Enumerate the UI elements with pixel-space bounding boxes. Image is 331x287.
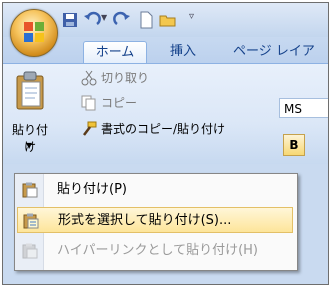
tab-insert[interactable]: 挿入: [170, 41, 196, 63]
menu-item-label: ハイパーリンクとして貼り付け(H): [57, 243, 259, 258]
copy-label: コピー: [101, 96, 138, 110]
clipboard-icon: [16, 71, 44, 110]
paste-dropdown-menu: 貼り付け(P) 形式を選択して貼り付け(S)... ハイパーリンクとして貼り付け…: [14, 173, 298, 271]
paste-special-icon: [23, 213, 39, 229]
format-painter-label: 書式のコピー/貼り付け: [101, 122, 226, 136]
menu-item-paste[interactable]: 貼り付け(P): [17, 177, 293, 203]
paste-button[interactable]: 貼り付け ▼: [7, 69, 53, 157]
chevron-down-icon[interactable]: ▼: [26, 141, 32, 150]
redo-icon[interactable]: [113, 11, 131, 29]
ribbon-clipboard-group: 貼り付け ▼ 切り取り コピー 書式のコピー/貼り付け MS B: [3, 63, 328, 164]
tab-home[interactable]: ホーム: [83, 41, 147, 64]
paintbrush-icon: [83, 121, 97, 136]
save-icon[interactable]: [61, 11, 79, 29]
copy-icon: [81, 95, 96, 111]
paste-hyperlink-icon: [22, 243, 38, 259]
menu-item-paste-special[interactable]: 形式を選択して貼り付け(S)...: [17, 207, 293, 233]
cut-label: 切り取り: [101, 71, 150, 85]
bold-button[interactable]: B: [283, 134, 305, 156]
office-logo-icon: [24, 22, 44, 42]
paste-icon: [22, 182, 38, 198]
customize-toolbar-icon[interactable]: ▿: [189, 11, 194, 22]
font-name-box[interactable]: MS: [279, 98, 328, 118]
menu-item-paste-as-hyperlink[interactable]: ハイパーリンクとして貼り付け(H): [17, 238, 293, 264]
open-folder-icon[interactable]: [159, 11, 177, 29]
excel-window: ▼ ▿ ホーム 挿入 ページ レイア 貼り付け ▼ 切り取り コピー 書式のコピ…: [2, 2, 329, 285]
undo-dropdown-icon[interactable]: ▼: [101, 13, 107, 22]
scissors-icon: [81, 70, 97, 86]
office-button[interactable]: [10, 9, 58, 57]
new-document-icon[interactable]: [137, 11, 155, 29]
tab-page-layout[interactable]: ページ レイア: [233, 41, 315, 63]
menu-item-label: 形式を選択して貼り付け(S)...: [58, 213, 232, 228]
undo-icon[interactable]: [83, 11, 101, 29]
menu-item-label: 貼り付け(P): [57, 182, 127, 197]
